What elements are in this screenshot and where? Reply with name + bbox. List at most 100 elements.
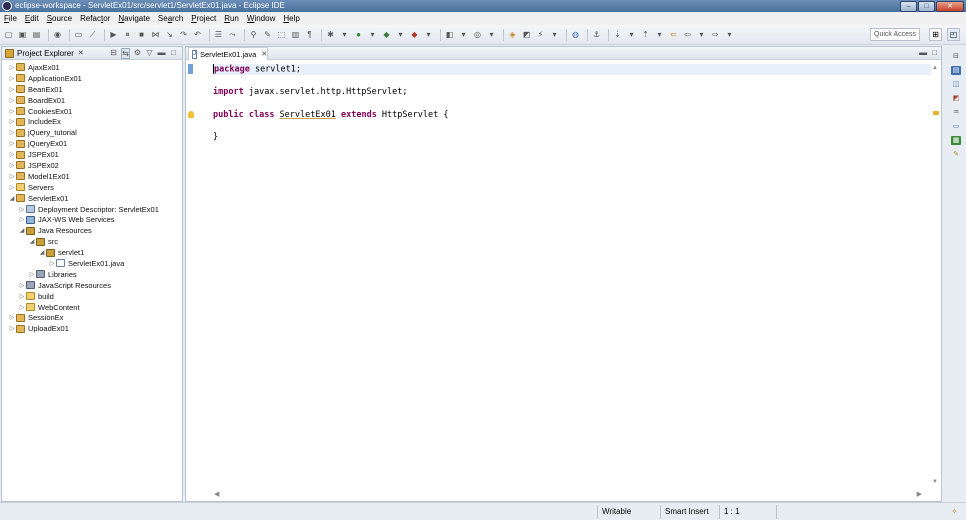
scroll-left-icon[interactable]: ◀ (214, 490, 219, 498)
run-icon[interactable]: ● (353, 29, 364, 40)
dropdown-icon[interactable]: ▾ (549, 29, 560, 40)
open-task-icon[interactable]: ◩ (521, 29, 532, 40)
open-type-icon[interactable]: ◈ (507, 29, 518, 40)
disconnect-icon[interactable]: ⋈ (150, 29, 161, 40)
close-icon[interactable]: ✕ (261, 50, 267, 58)
last-edit-location-icon[interactable]: ⇐ (668, 29, 679, 40)
menu-help[interactable]: Help (283, 12, 299, 25)
tree-item[interactable]: ▷ Model1Ex01 (2, 171, 182, 182)
overview-ruler[interactable]: ▲ ▼ (932, 61, 940, 491)
dropdown-icon[interactable]: ▾ (367, 29, 378, 40)
dropdown-icon[interactable]: ▾ (458, 29, 469, 40)
next-annotation-icon[interactable]: ⇣ (612, 29, 623, 40)
markers-icon[interactable]: ◩ (951, 94, 961, 103)
minimize-view-icon[interactable]: ▬ (157, 48, 166, 59)
tree-item[interactable]: ▷ JSPEx01 (2, 149, 182, 160)
step-over-icon[interactable]: ↷ (178, 29, 189, 40)
dropdown-icon[interactable]: ▾ (654, 29, 665, 40)
java-ee-perspective-icon[interactable]: ◰ (947, 28, 960, 41)
expanded-arrow-icon[interactable]: ◢ (8, 195, 16, 202)
menu-source[interactable]: Source (47, 12, 72, 25)
dropdown-icon[interactable]: ▾ (486, 29, 497, 40)
tree-item[interactable]: ▷ AjaxEx01 (2, 62, 182, 73)
coverage-icon[interactable]: ◆ (381, 29, 392, 40)
tree-item[interactable]: ▷ UploadEx01 (2, 323, 182, 334)
collapsed-arrow-icon[interactable]: ▷ (8, 108, 16, 115)
collapsed-arrow-icon[interactable]: ▷ (48, 260, 56, 267)
maximize-view-icon[interactable]: □ (169, 48, 178, 59)
tree-item[interactable]: ▷ WebContent (2, 302, 182, 313)
quick-access-input[interactable]: Quick Access (870, 28, 920, 41)
minimize-view-icon[interactable]: ▬ (919, 48, 927, 57)
outline-icon[interactable]: ▤ (951, 66, 961, 75)
expanded-arrow-icon[interactable]: ◢ (18, 227, 26, 234)
menu-search[interactable]: Search (158, 12, 183, 25)
editor-tab-servletex01[interactable]: J ServletEx01.java ✕ (188, 47, 268, 60)
previous-annotation-icon[interactable]: ⇡ (640, 29, 651, 40)
project-explorer-title[interactable]: Project Explorer (17, 49, 74, 58)
dropdown-icon[interactable]: ▾ (395, 29, 406, 40)
new-server-icon[interactable]: ◧ (444, 29, 455, 40)
collapsed-arrow-icon[interactable]: ▷ (8, 173, 16, 180)
tree-item[interactable]: ▷ build (2, 291, 182, 302)
use-step-filters-icon[interactable]: ⤳ (227, 29, 238, 40)
link-with-editor-icon[interactable]: ⇆ (121, 48, 130, 59)
tree-item[interactable]: ▷ SessionEx (2, 312, 182, 323)
debug-icon[interactable]: ✱ (325, 29, 336, 40)
tree-item[interactable]: ▷ jQuery_tutorial (2, 127, 182, 138)
word-wrap-icon[interactable]: ▥ (290, 29, 301, 40)
menu-refactor[interactable]: Refactor (80, 12, 110, 25)
quick-fix-icon[interactable] (188, 111, 194, 118)
scroll-down-icon[interactable]: ▼ (932, 479, 938, 485)
tree-item[interactable]: ▷ Deployment Descriptor: ServletEx01 (2, 204, 182, 215)
expanded-arrow-icon[interactable]: ◢ (38, 249, 46, 256)
collapsed-arrow-icon[interactable]: ▷ (8, 151, 16, 158)
resume-icon[interactable]: ▶ (108, 29, 119, 40)
minimize-button[interactable]: – (900, 0, 917, 12)
forward-icon[interactable]: ⇨ (710, 29, 721, 40)
save-icon[interactable]: ▣ (17, 29, 28, 40)
tree-item[interactable]: ◢ src (2, 236, 182, 247)
collapsed-arrow-icon[interactable]: ▷ (8, 325, 16, 332)
pin-editor-icon[interactable]: ⚓ (591, 29, 602, 40)
tree-item[interactable]: ▷ JavaScript Resources (2, 280, 182, 291)
tree-item[interactable]: ▷ JSPEx02 (2, 160, 182, 171)
search-icon[interactable]: ⚡ (535, 29, 546, 40)
horizontal-scrollbar[interactable]: ◀ ▶ (214, 490, 922, 498)
dropdown-icon[interactable]: ▾ (696, 29, 707, 40)
menu-project[interactable]: Project (191, 12, 216, 25)
scroll-up-icon[interactable]: ▲ (932, 65, 938, 71)
dropdown-icon[interactable]: ▾ (626, 29, 637, 40)
tree-item[interactable]: ◢ servlet1 (2, 247, 182, 258)
menu-navigate[interactable]: Navigate (118, 12, 150, 25)
collapse-all-icon[interactable]: ⊟ (109, 48, 118, 59)
toggle-breadcrumb-icon[interactable]: ⚲ (248, 29, 259, 40)
show-whitespace-icon[interactable]: ¶ (304, 29, 315, 40)
collapsed-arrow-icon[interactable]: ▷ (8, 314, 16, 321)
collapsed-arrow-icon[interactable]: ▷ (8, 64, 16, 71)
dropdown-icon[interactable]: ▾ (339, 29, 350, 40)
step-return-icon[interactable]: ↶ (192, 29, 203, 40)
step-into-icon[interactable]: ↘ (164, 29, 175, 40)
expanded-arrow-icon[interactable]: ◢ (28, 238, 36, 245)
save-all-icon[interactable]: ▤ (31, 29, 42, 40)
dropdown-icon[interactable]: ▾ (724, 29, 735, 40)
servers-icon[interactable]: ▭ (951, 122, 961, 131)
restore-icon[interactable]: ⊟ (951, 52, 961, 61)
collapsed-arrow-icon[interactable]: ▷ (18, 304, 26, 311)
collapsed-arrow-icon[interactable]: ▷ (8, 162, 16, 169)
terminate-icon[interactable]: ■ (136, 29, 147, 40)
web-browser-icon[interactable]: ◍ (570, 29, 581, 40)
tree-item[interactable]: ▷ IncludeEx (2, 116, 182, 127)
tree-item[interactable]: ▷ ServletEx01.java (2, 258, 182, 269)
back-icon[interactable]: ⇦ (682, 29, 693, 40)
print-icon[interactable]: ◉ (52, 29, 63, 40)
menu-edit[interactable]: Edit (25, 12, 39, 25)
tree-item[interactable]: ▷ ApplicationEx01 (2, 73, 182, 84)
tree-item[interactable]: ▷ Servers (2, 182, 182, 193)
tree-item[interactable]: ▷ BeanEx01 (2, 84, 182, 95)
tree-item[interactable]: ◢ Java Resources (2, 225, 182, 236)
close-icon[interactable]: ✕ (78, 49, 84, 57)
collapsed-arrow-icon[interactable]: ▷ (18, 206, 26, 213)
collapsed-arrow-icon[interactable]: ▷ (8, 86, 16, 93)
